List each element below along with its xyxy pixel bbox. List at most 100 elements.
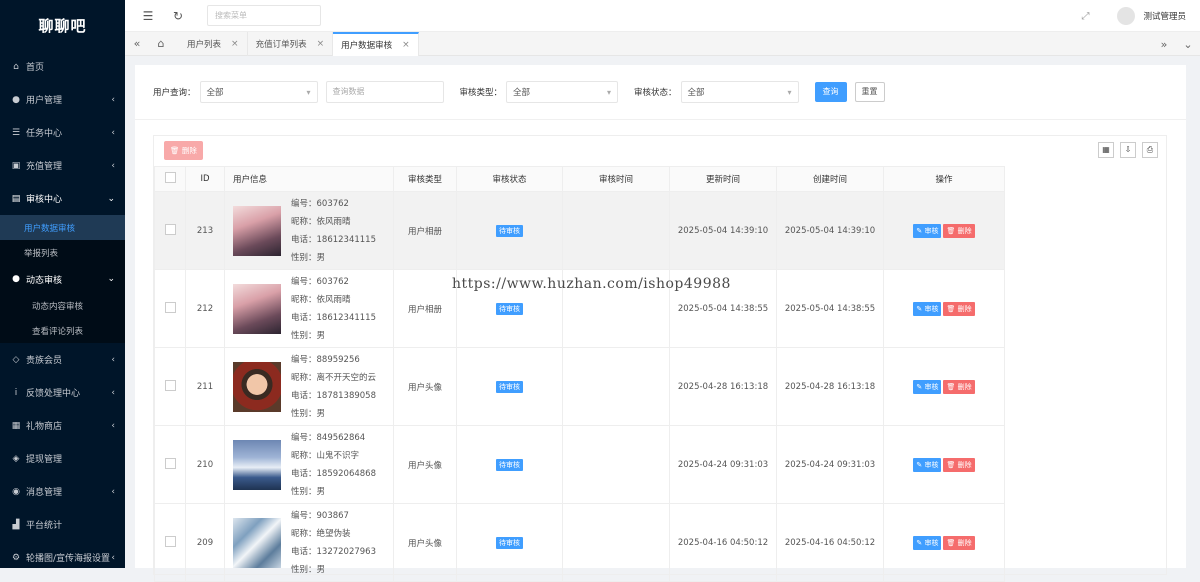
cell-created: 2025-04-16 04:50:12 [776,503,884,582]
select-all-cell[interactable] [154,166,186,192]
sidebar-item[interactable]: ▦ 礼物商店 ‹ [0,409,125,442]
sidebar-item-label: 充值管理 [26,162,63,172]
sidebar-item[interactable]: ▤ 审核中心 ⌄ [0,182,125,215]
review-type-label: 审核类型： [459,88,503,98]
delete-button[interactable]: 🗑 删除 [943,379,975,394]
sidebar-item-dynamic-content-audit[interactable]: 动态内容审核 [0,293,125,318]
sidebar-item-label: 贵族会员 [26,356,63,366]
user-image[interactable] [233,439,281,490]
sidebar-item[interactable]: ▟ 平台统计 [0,508,125,541]
sidebar-item[interactable]: ◇ 贵族会员 ‹ [0,343,125,376]
export-icon[interactable]: ⇩ [1120,142,1136,158]
cell-created: 2025-05-04 14:39:10 [776,191,884,270]
cell-type: 用户头像 [393,503,457,582]
table-row[interactable]: 210 编号：849562864 昵称：山鬼不识字 电话：18592064868… [154,425,1005,504]
sidebar-item[interactable]: ⚙ 轮播图/宣传海报设置 ‹ [0,541,125,574]
sidebar-item[interactable]: ◈ 提现管理 [0,442,125,475]
sidebar-item[interactable]: ◉ 消息管理 ‹ [0,475,125,508]
cell-type: 用户头像 [393,425,457,504]
wallet-icon: ▣ [11,160,21,171]
sidebar-item-dynamic-audit[interactable]: ● 动态审核 ⌄ [0,265,125,293]
close-icon[interactable]: × [402,40,410,50]
user-image[interactable] [233,205,281,256]
tab-recharge-orders[interactable]: 充值订单列表 × [248,31,334,56]
fullscreen-icon[interactable]: ⤢ [1081,11,1089,22]
review-button[interactable]: ✎ 审核 [913,379,942,394]
row-select-cell[interactable] [154,191,186,270]
sidebar-item[interactable]: ● 用户管理 ‹ [0,83,125,116]
sidebar-item-comment-list[interactable]: 查看评论列表 [0,318,125,343]
sidebar-item[interactable]: i 反馈处理中心 ‹ [0,376,125,409]
sidebar-item[interactable]: ☰ 任务中心 ‹ [0,116,125,149]
review-type-select[interactable]: 全部 ▾ [506,81,619,103]
sidebar-item-user-data-audit[interactable]: 用户数据审核 [0,215,125,240]
row-checkbox[interactable] [164,223,176,235]
review-button[interactable]: ✎ 审核 [913,223,942,238]
chevron-down-icon[interactable]: ⌄ [1176,38,1200,51]
reset-button[interactable]: 重置 [854,82,885,102]
chevron-left-icon: ‹ [111,160,115,171]
delete-button[interactable]: 🗑 删除 [943,535,975,550]
row-checkbox[interactable] [164,457,176,469]
avatar[interactable] [1117,7,1136,25]
row-select-cell[interactable] [154,503,186,582]
row-checkbox[interactable] [164,535,176,547]
user-image[interactable] [233,283,281,334]
query-button[interactable]: 查询 [814,82,847,102]
username[interactable]: 测试管理员 [1143,10,1186,22]
col-type: 审核类型 [393,166,457,192]
user-number: 编号：849562864 [291,432,366,443]
table-row[interactable]: 213 编号：603762 昵称：依风雨晴 电话：18612341115 性别：… [154,191,1005,270]
refresh-icon[interactable]: ↻ [163,9,193,23]
main-content: 用户查询： 全部 ▾ 查询数据 审核类型： 全部 ▾ 审核状态： 全部 ▾ 查询… [135,65,1186,582]
user-number: 编号：88959256 [291,354,360,365]
home-icon: ⌂ [13,61,19,72]
row-checkbox[interactable] [164,379,176,391]
row-select-cell[interactable] [154,269,186,348]
print-icon[interactable]: ⎙ [1142,142,1158,158]
col-actions: 操作 [883,166,1005,192]
close-icon[interactable]: × [231,39,239,49]
row-select-cell[interactable] [154,347,186,426]
tab-prev-icon[interactable]: « [125,37,149,50]
sidebar-item-report-list[interactable]: 举报列表 [0,240,125,265]
review-button[interactable]: ✎ 审核 [913,535,942,550]
watermark-text: https://www.huzhan.com/ishop49988 [452,276,731,292]
delete-button[interactable]: 🗑 删除 [943,223,975,238]
user-query-select[interactable]: 全部 ▾ [199,81,318,103]
delete-button[interactable]: 🗑 删除 [943,457,975,472]
menu-search-input[interactable]: 搜索菜单 [207,5,321,26]
tab-user-data-audit[interactable]: 用户数据审核 × [333,31,419,56]
cell-actions: ✎ 审核 🗑 删除 [883,425,1005,504]
review-status-select[interactable]: 全部 ▾ [680,81,799,103]
cell-review-time [562,347,670,426]
user-number: 编号：603762 [291,198,349,209]
user-details: 编号：849562864 昵称：山鬼不识字 电话：18592064868 性别：… [291,429,376,501]
review-button[interactable]: ✎ 审核 [913,301,942,316]
row-select-cell[interactable] [154,425,186,504]
columns-icon[interactable]: ▦ [1098,142,1114,158]
query-data-input[interactable]: 查询数据 [325,81,444,103]
review-button[interactable]: ✎ 审核 [913,457,942,472]
table-row[interactable]: 211 编号：88959256 昵称：离不开天空的云 电话：1878138905… [154,347,1005,426]
col-review-time: 审核时间 [562,166,670,192]
close-icon[interactable]: × [317,39,325,49]
bulk-delete-button[interactable]: 🗑 删除 [164,141,203,160]
user-icon: ● [12,94,20,105]
tab-user-list[interactable]: 用户列表 × [179,31,248,56]
tab-next-icon[interactable]: » [1152,38,1176,51]
cell-actions: ✎ 审核 🗑 删除 [883,347,1005,426]
sidebar-item[interactable]: ▣ 充值管理 ‹ [0,149,125,182]
user-image[interactable] [233,517,281,568]
user-image[interactable] [233,361,281,412]
select-all-checkbox[interactable] [164,172,176,183]
select-value: 全部 [206,88,224,98]
row-checkbox[interactable] [164,301,176,313]
review-status-label: 审核状态： [634,88,677,98]
menu-toggle-icon[interactable]: ☰ [133,9,163,23]
delete-button[interactable]: 🗑 删除 [943,301,975,316]
table-row[interactable]: 209 编号：903867 昵称：绝望伪装 电话：13272027963 性别：… [154,503,1005,582]
caret-down-icon: ▾ [607,87,612,97]
home-icon[interactable]: ⌂ [149,37,173,50]
sidebar-item[interactable]: ⌂ 首页 [0,50,125,83]
